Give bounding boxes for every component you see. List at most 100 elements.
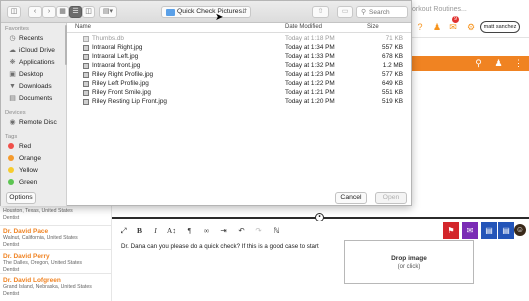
- icon-view-button[interactable]: ▦: [56, 6, 69, 18]
- sidebar-item-remote-disc[interactable]: ◉ Remote Disc: [8, 118, 66, 128]
- file-date: Today at 1:32 PM: [285, 62, 335, 69]
- table-row[interactable]: Riley Front Smile.jpg Today at 1:21 PM 5…: [67, 88, 411, 97]
- tags-heading: Tags: [5, 134, 18, 140]
- file-icon[interactable]: ▤: [498, 222, 514, 239]
- cancel-button[interactable]: Cancel: [335, 192, 367, 204]
- dialog-sidebar: Favorites ◷ Recents ☁ iCloud Drive ❋ Applic…: [1, 23, 67, 206]
- divider: [0, 273, 112, 274]
- bold-button[interactable]: B: [134, 225, 145, 236]
- column-header-name[interactable]: Name: [75, 23, 91, 32]
- file-date: Today at 1:20 PM: [285, 98, 335, 105]
- file-size: 1.2 MB: [382, 62, 403, 69]
- doctor-name[interactable]: Dr. David Pace: [3, 228, 111, 235]
- folder-selector[interactable]: Quick Check Pictures ⇵: [161, 6, 251, 18]
- help-icon[interactable]: ?: [414, 21, 426, 33]
- file-list: Name Date Modified Size Thumbs.db Today …: [67, 23, 411, 183]
- doctor-name[interactable]: Dr. David Lofgreen: [3, 277, 111, 284]
- red-tag-icon: [8, 142, 14, 149]
- expand-icon[interactable]: ⤢: [118, 225, 129, 236]
- image-file-icon: [83, 53, 89, 60]
- table-row[interactable]: Intraoral Left.jpg Today at 1:33 PM 678 …: [67, 52, 411, 61]
- sidebar-item-tag-orange[interactable]: Orange: [8, 154, 66, 164]
- font-size-button[interactable]: A↕: [166, 225, 177, 236]
- sidebar-item-downloads[interactable]: ▼ Downloads: [8, 82, 66, 92]
- document-icon[interactable]: ▤: [481, 222, 497, 239]
- list-item[interactable]: Houston, Texas, United States Dentist: [3, 208, 111, 221]
- list-item[interactable]: Dr. David Pace Walnut, California, Unite…: [3, 228, 111, 248]
- doctor-role: Dentist: [3, 214, 20, 221]
- redo-icon[interactable]: ↷: [253, 225, 264, 236]
- indent-icon[interactable]: ⇥: [218, 225, 229, 236]
- table-row[interactable]: Riley Resting Lip Front.jpg Today at 1:2…: [67, 97, 411, 106]
- image-file-icon: [83, 80, 89, 87]
- column-view-button[interactable]: ◫: [82, 6, 95, 18]
- devices-heading: Devices: [5, 110, 26, 116]
- applications-icon: ❋: [9, 59, 16, 66]
- column-header-size[interactable]: Size: [367, 23, 379, 32]
- more-icon[interactable]: ⋮: [512, 58, 525, 69]
- gallery-view-button[interactable]: ▤▾: [99, 6, 117, 18]
- sidebar-toggle-icon[interactable]: ◫: [7, 6, 21, 18]
- open-button[interactable]: Open: [375, 192, 407, 204]
- sidebar-item-desktop[interactable]: ▣ Desktop: [8, 70, 66, 80]
- list-view-button[interactable]: ☰: [69, 6, 82, 18]
- table-row[interactable]: Riley Left Profile.jpg Today at 1:22 PM …: [67, 79, 411, 88]
- search-icon[interactable]: ⚲: [472, 58, 485, 69]
- sidebar-item-tag-green[interactable]: Green: [8, 178, 66, 188]
- italic-button[interactable]: I: [150, 225, 161, 236]
- options-button[interactable]: Options: [6, 192, 36, 204]
- sidebar-item-label: Green: [19, 179, 38, 186]
- column-header-date[interactable]: Date Modified: [285, 23, 322, 32]
- sidebar-item-label: iCloud Drive: [19, 47, 55, 54]
- sidebar-item-tag-red[interactable]: Red: [8, 142, 66, 152]
- back-button[interactable]: ‹: [28, 6, 42, 18]
- table-row[interactable]: Riley Right Profile.jpg Today at 1:23 PM…: [67, 70, 411, 79]
- forward-button[interactable]: ›: [42, 6, 56, 18]
- search-field[interactable]: ⚲: [356, 6, 408, 18]
- image-drop-zone[interactable]: Drop image (or click): [344, 240, 474, 284]
- chat-icon[interactable]: ✉: [462, 222, 478, 239]
- sidebar-item-label: Desktop: [19, 71, 44, 78]
- image-file-icon: [83, 71, 89, 78]
- sidebar-item-label: Red: [19, 143, 32, 150]
- sidebar-item-icloud-drive[interactable]: ☁ iCloud Drive: [8, 46, 66, 56]
- file-name: Thumbs.db: [92, 35, 124, 42]
- file-date: Today at 1:23 PM: [285, 71, 335, 78]
- tag-button[interactable]: ▭: [337, 6, 353, 18]
- add-user-icon[interactable]: ♟: [431, 21, 443, 33]
- user-menu-button[interactable]: matt sanchez: [480, 21, 520, 33]
- sidebar-item-label: Remote Disc: [19, 119, 57, 126]
- list-item[interactable]: Dr. David Lofgreen Grand Island, Nebrask…: [3, 277, 111, 297]
- divider: [0, 249, 112, 250]
- sidebar-item-documents[interactable]: ▤ Documents: [8, 94, 66, 104]
- sidebar-item-label: Yellow: [19, 167, 38, 174]
- file-date: Today at 1:21 PM: [285, 89, 335, 96]
- cloud-icon: ☁: [9, 47, 16, 54]
- file-size: 71 KB: [385, 35, 403, 42]
- message-text[interactable]: Dr. Dana can you please do a quick check…: [121, 243, 319, 250]
- add-contact-icon[interactable]: ♟: [492, 58, 505, 69]
- notifications-icon[interactable]: ✉: [447, 21, 459, 33]
- orange-action-bar: ⚲ ♟ ⋮: [412, 56, 529, 71]
- drop-zone-title: Drop image: [391, 255, 427, 262]
- table-row[interactable]: Intraoral Right.jpg Today at 1:34 PM 557…: [67, 43, 411, 52]
- flag-icon[interactable]: ⚑: [443, 222, 459, 239]
- sidebar-item-tag-yellow[interactable]: Yellow: [8, 166, 66, 176]
- link-icon[interactable]: ∞: [201, 225, 212, 236]
- sidebar-item-recents[interactable]: ◷ Recents: [8, 34, 66, 44]
- list-item[interactable]: Dr. David Perry The Dalles, Oregon, Unit…: [3, 253, 111, 273]
- doctor-name[interactable]: Dr. David Perry: [3, 253, 111, 260]
- share-button[interactable]: ⇧: [312, 6, 329, 18]
- workout-routines-link[interactable]: orkout Routines...: [412, 6, 467, 13]
- sidebar-item-applications[interactable]: ❋ Applications: [8, 58, 66, 68]
- clear-format-icon[interactable]: ℕ: [271, 225, 282, 236]
- table-row[interactable]: Thumbs.db Today at 1:18 PM 71 KB: [67, 34, 411, 43]
- undo-icon[interactable]: ↶: [236, 225, 247, 236]
- avatar[interactable]: ☺: [514, 224, 526, 236]
- green-tag-icon: [8, 178, 14, 185]
- paragraph-icon[interactable]: ¶: [184, 225, 195, 236]
- search-icon: ⚲: [361, 9, 367, 16]
- table-row[interactable]: Intraoral front.jpg Today at 1:32 PM 1.2…: [67, 61, 411, 70]
- settings-icon[interactable]: ⚙: [465, 21, 477, 33]
- search-input[interactable]: [369, 8, 407, 17]
